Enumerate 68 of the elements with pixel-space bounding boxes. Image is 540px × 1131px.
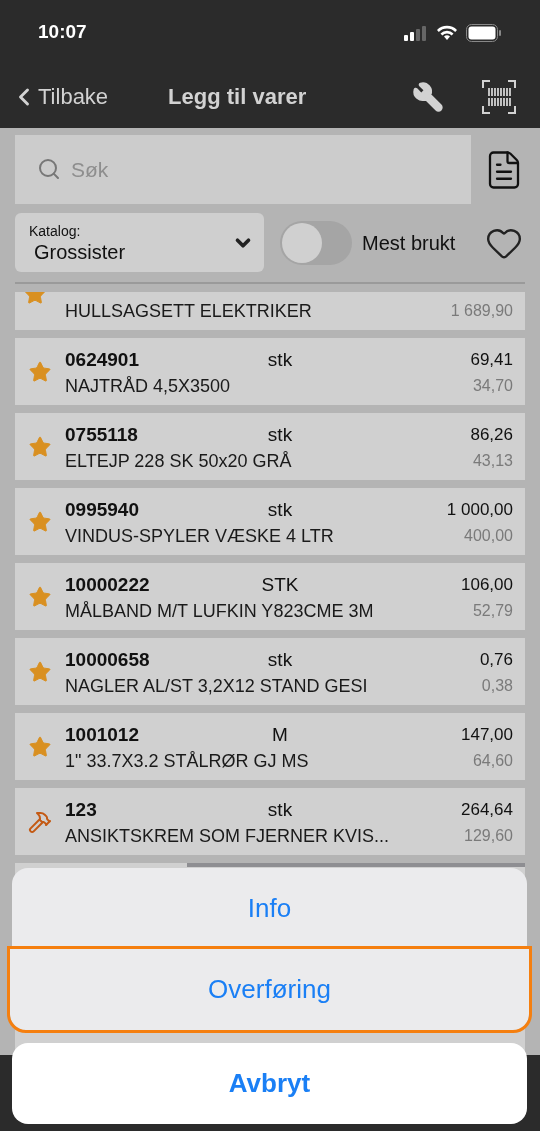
item-name: 1" 33.7X3.2 STÅLRØR GJ MS	[65, 749, 309, 773]
most-used-label: Mest brukt	[362, 230, 456, 256]
item-name: ANSIKTSKREM SOM FJERNER KVIS...	[65, 824, 390, 848]
item-name: NAJTRÅD 4,5X3500	[65, 374, 231, 398]
item-name: VINDUS-SPYLER VÆSKE 4 LTR	[65, 524, 334, 548]
item-row[interactable]: 0755118 stk 86,26 ELTEJP 228 SK 50x20 GRÅ 43,13	[15, 413, 525, 480]
item-price: 147,00	[460, 723, 513, 746]
item-row[interactable]: 1001012 M 147,00 1" 33.7X3.2 STÅLRØR GJ MS 64,60	[15, 713, 525, 780]
item-row[interactable]: 123 stk 264,64 ANSIKTSKREM SOM FJERNER KVIS... 129,60	[15, 788, 525, 855]
wifi-icon	[436, 24, 458, 41]
search-icon	[37, 157, 61, 181]
item-price-secondary: 0,38	[481, 675, 513, 696]
item-unit: stk	[266, 422, 294, 447]
item-name: HULLSAGSETT ELEKTRIKER	[65, 300, 312, 322]
item-price-secondary: 34,70	[472, 375, 513, 396]
item-price: 86,26	[469, 423, 513, 446]
item-price-secondary: 400,00	[464, 525, 513, 546]
catalog-dropdown[interactable]: Katalog: Grossister	[15, 213, 264, 272]
item-unit: stk	[266, 797, 294, 822]
most-used-toggle[interactable]	[280, 220, 352, 265]
item-price: 0,76	[478, 648, 513, 671]
item-unit: STK	[260, 572, 300, 597]
item-price-secondary: 64,60	[472, 750, 513, 771]
catalog-label: Katalog:	[29, 221, 82, 240]
hammer-icon	[28, 809, 52, 834]
star-icon	[28, 359, 52, 384]
wrench-icon[interactable]	[412, 80, 444, 113]
item-code: 10000222	[65, 572, 151, 597]
cancel-button[interactable]: Avbryt	[12, 1043, 527, 1124]
star-icon	[28, 434, 52, 459]
item-price-secondary: 1 689,90	[450, 301, 513, 321]
item-unit: stk	[266, 647, 294, 672]
item-unit: M	[271, 722, 289, 747]
search-field[interactable]: Søk	[15, 135, 471, 204]
item-row[interactable]: 0624901 stk 69,41 NAJTRÅD 4,5X3500 34,70	[15, 338, 525, 405]
battery-icon	[466, 23, 502, 42]
back-button[interactable]: Tilbake	[10, 80, 109, 113]
item-price-secondary: 129,60	[464, 825, 513, 846]
item-code: 10000658	[65, 647, 151, 672]
star-icon	[28, 734, 52, 759]
item-unit: stk	[266, 497, 294, 522]
item-row[interactable]: HULLSAGSETT ELEKTRIKER 1 689,90	[15, 292, 525, 330]
star-icon	[28, 509, 52, 534]
item-price-secondary: 52,79	[472, 600, 513, 621]
item-row[interactable]: 0995940 stk 1 000,00 VINDUS-SPYLER VÆSKE 4 LTR 400,00	[15, 488, 525, 555]
item-price: 106,00	[460, 573, 513, 596]
star-icon	[28, 659, 52, 684]
item-row[interactable]: 10000222 STK 106,00 MÅLBAND M/T LUFKIN Y823CME 3M 52,79	[15, 563, 525, 630]
status-time: 10:07	[38, 20, 87, 45]
screen-title: Legg til varer	[168, 83, 307, 111]
item-price: 264,64	[460, 798, 513, 821]
item-code: 0624901	[65, 347, 140, 372]
catalog-value: Grossister	[33, 239, 127, 264]
item-name: ELTEJP 228 SK 50x20 GRÅ	[65, 449, 292, 473]
item-code: 1001012	[65, 722, 140, 747]
item-row[interactable]: 10000658 stk 0,76 NAGLER AL/ST 3,2X12 STAND GESI 0,38	[15, 638, 525, 705]
item-price: 69,41	[469, 348, 513, 371]
item-code: 0995940	[65, 497, 140, 522]
item-unit: stk	[266, 347, 294, 372]
item-name: MÅLBAND M/T LUFKIN Y823CME 3M	[65, 599, 374, 623]
item-code: 123	[65, 797, 98, 822]
item-code: 0755118	[65, 422, 139, 447]
item-name: NAGLER AL/ST 3,2X12 STAND GESI	[65, 674, 368, 698]
star-icon	[28, 584, 52, 609]
item-price: 1 000,00	[445, 498, 513, 521]
barcode-scan-icon[interactable]	[482, 79, 516, 114]
item-price-secondary: 43,13	[472, 450, 513, 471]
signal-icon	[404, 24, 428, 41]
